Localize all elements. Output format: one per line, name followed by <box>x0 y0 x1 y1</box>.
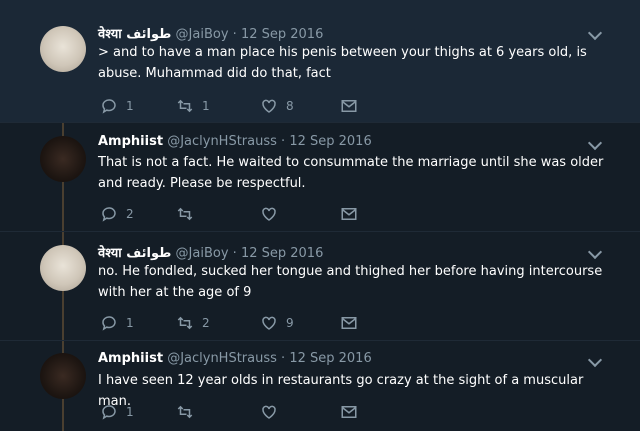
timestamp[interactable]: 12 Sep 2016 <box>241 27 323 42</box>
timestamp[interactable]: 12 Sep 2016 <box>241 246 323 261</box>
like-button[interactable] <box>260 204 286 224</box>
like-button[interactable]: 9 <box>260 313 294 333</box>
tweet[interactable]: Amphiist @JaclynHStrauss · 12 Sep 2016 T… <box>0 122 640 232</box>
tweet-text: no. He fondled, sucked her tongue and th… <box>98 264 603 300</box>
heart-icon <box>262 405 276 419</box>
direct-message-button[interactable] <box>340 313 358 333</box>
retweet-count: 1 <box>202 99 210 113</box>
direct-message-button[interactable] <box>340 402 358 422</box>
tweet[interactable]: वेश्या طوائف @JaiBoy · 12 Sep 2016 > and… <box>0 0 640 123</box>
handle[interactable]: @JaclynHStrauss <box>167 134 277 149</box>
avatar[interactable] <box>40 245 86 291</box>
tweet-text: That is not a fact. He waited to consumm… <box>98 155 604 191</box>
separator: · <box>281 134 286 149</box>
retweet-icon <box>177 99 193 113</box>
retweet-button[interactable] <box>176 402 202 422</box>
like-count: 9 <box>286 316 294 330</box>
retweet-button[interactable]: 2 <box>176 313 210 333</box>
envelope-icon <box>341 100 357 112</box>
envelope-icon <box>341 406 357 418</box>
handle[interactable]: @JaiBoy <box>176 27 229 42</box>
display-name[interactable]: वेश्या طوائف <box>98 27 171 42</box>
retweet-count: 2 <box>202 316 210 330</box>
reply-count: 1 <box>126 99 134 113</box>
avatar[interactable] <box>40 353 86 399</box>
retweet-icon <box>177 405 193 419</box>
tweet[interactable]: वेश्या طوائف @JaiBoy · 12 Sep 2016 no. H… <box>0 231 640 341</box>
handle[interactable]: @JaclynHStrauss <box>167 351 277 366</box>
tweet-text: > and to have a man place his penis betw… <box>98 45 587 81</box>
chevron-down-icon[interactable] <box>587 244 603 260</box>
display-name[interactable]: Amphiist <box>98 351 163 366</box>
chevron-down-icon[interactable] <box>587 135 603 151</box>
like-button[interactable]: 8 <box>260 96 294 116</box>
reply-count: 1 <box>126 316 134 330</box>
retweet-icon <box>177 207 193 221</box>
reply-icon <box>102 316 116 331</box>
heart-icon <box>262 316 276 330</box>
heart-icon <box>262 99 276 113</box>
handle[interactable]: @JaiBoy <box>176 246 229 261</box>
direct-message-button[interactable] <box>340 96 358 116</box>
reply-icon <box>102 207 116 222</box>
envelope-icon <box>341 317 357 329</box>
separator: · <box>281 351 286 366</box>
reply-count: 1 <box>126 405 134 419</box>
direct-message-button[interactable] <box>340 204 358 224</box>
timestamp[interactable]: 12 Sep 2016 <box>289 134 371 149</box>
retweet-button[interactable] <box>176 204 202 224</box>
avatar[interactable] <box>40 136 86 182</box>
heart-icon <box>262 207 276 221</box>
separator: · <box>232 246 237 261</box>
chevron-down-icon[interactable] <box>587 352 603 368</box>
chevron-down-icon[interactable] <box>587 25 603 41</box>
reply-count: 2 <box>126 207 134 221</box>
retweet-icon <box>177 316 193 330</box>
reply-button[interactable]: 1 <box>100 402 134 422</box>
separator: · <box>232 27 237 42</box>
display-name[interactable]: Amphiist <box>98 134 163 149</box>
retweet-button[interactable]: 1 <box>176 96 210 116</box>
avatar[interactable] <box>40 26 86 72</box>
envelope-icon <box>341 208 357 220</box>
tweet[interactable]: Amphiist @JaclynHStrauss · 12 Sep 2016 I… <box>0 340 640 431</box>
reply-button[interactable]: 2 <box>100 204 134 224</box>
like-button[interactable] <box>260 402 286 422</box>
reply-icon <box>102 405 116 420</box>
like-count: 8 <box>286 99 294 113</box>
reply-icon <box>102 99 116 114</box>
timestamp[interactable]: 12 Sep 2016 <box>289 351 371 366</box>
display-name[interactable]: वेश्या طوائف <box>98 246 171 261</box>
reply-button[interactable]: 1 <box>100 96 134 116</box>
reply-button[interactable]: 1 <box>100 313 134 333</box>
